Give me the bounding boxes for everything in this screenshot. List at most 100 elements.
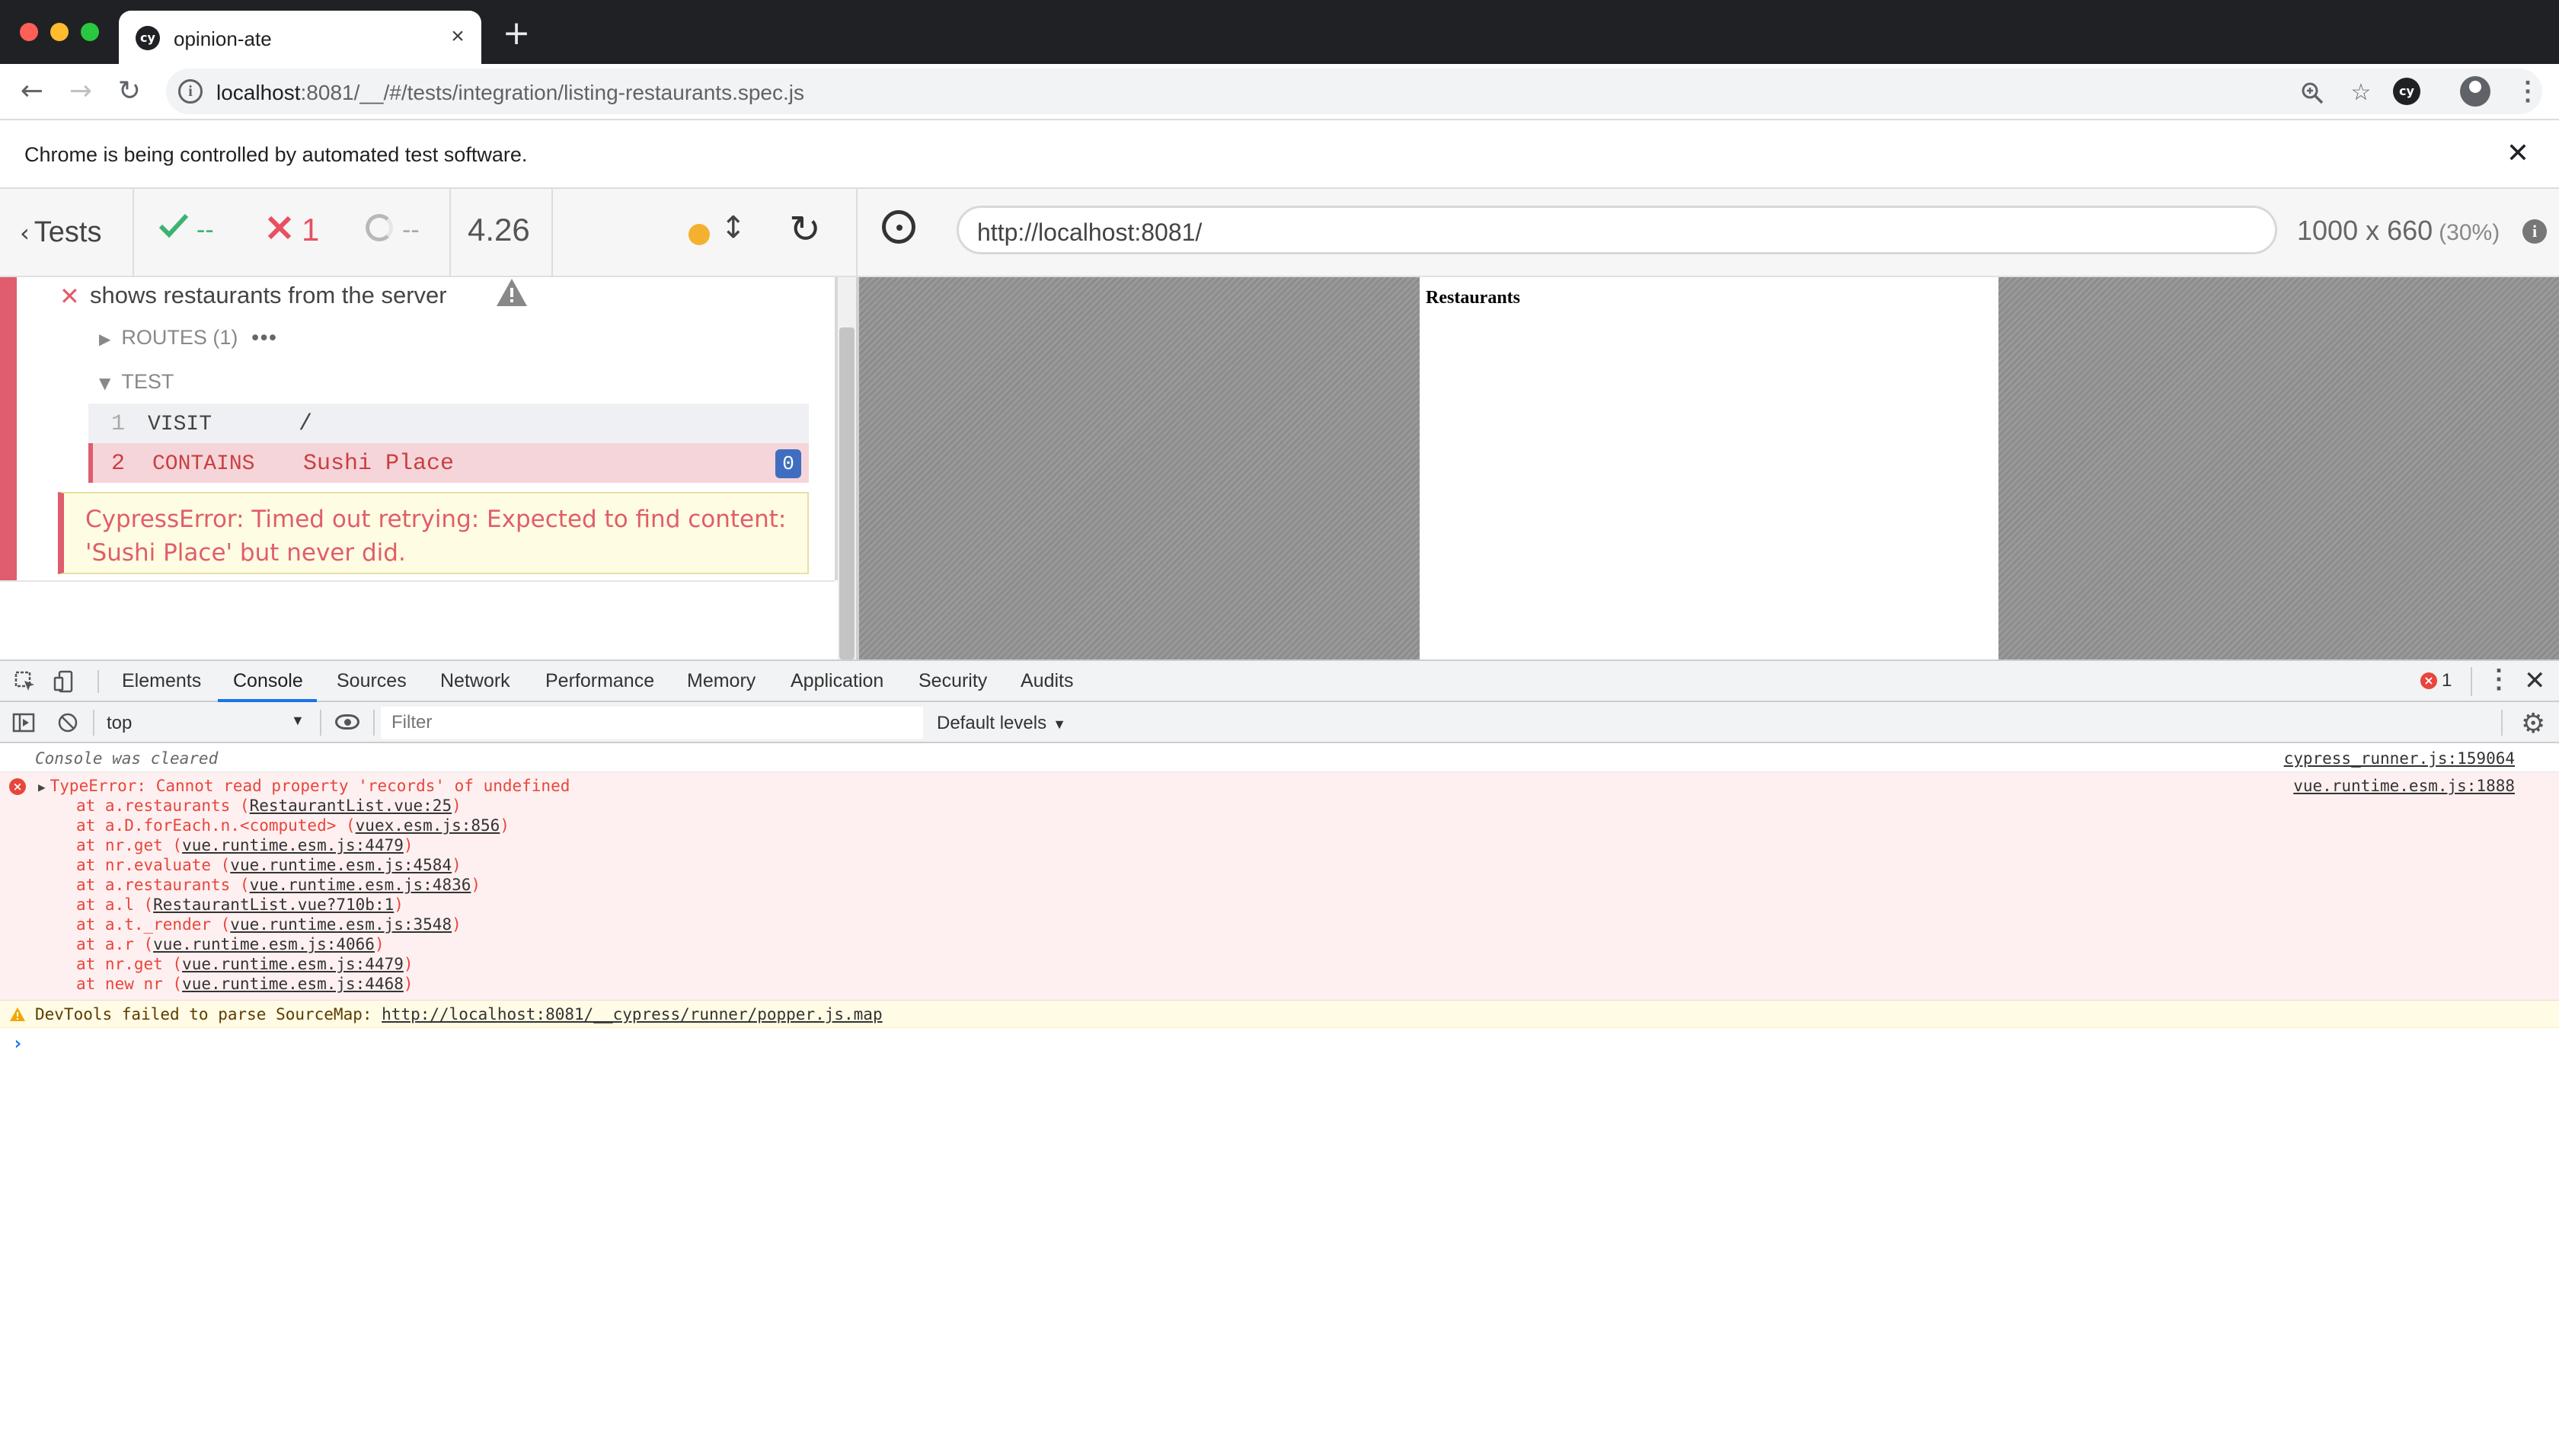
warning-message: DevTools failed to parse SourceMap: bbox=[35, 1005, 382, 1023]
back-icon[interactable]: ← bbox=[15, 75, 49, 108]
gear-icon[interactable]: ⚙ bbox=[2521, 708, 2545, 739]
tab-performance[interactable]: Performance bbox=[545, 670, 654, 692]
running-indicator-icon bbox=[688, 224, 710, 245]
passed-count: -- bbox=[196, 216, 214, 244]
sidebar-toggle-icon[interactable] bbox=[12, 711, 35, 734]
profile-icon[interactable] bbox=[2460, 76, 2490, 107]
stack-frame-link[interactable]: vuex.esm.js:856 bbox=[356, 816, 500, 835]
device-toolbar-icon[interactable] bbox=[53, 670, 76, 693]
stack-frame-link[interactable]: vue.runtime.esm.js:4468 bbox=[182, 975, 404, 993]
stack-frame-link[interactable]: vue.runtime.esm.js:4836 bbox=[250, 876, 471, 894]
inspect-element-icon[interactable] bbox=[14, 670, 37, 693]
stack-frame-end: ) bbox=[403, 836, 414, 854]
warning-link[interactable]: http://localhost:8081/__cypress/runner/p… bbox=[382, 1005, 882, 1023]
chevron-left-icon: ‹ bbox=[20, 219, 30, 247]
reporter-scrollbar[interactable] bbox=[838, 277, 856, 659]
stack-frame-link[interactable]: vue.runtime.esm.js:4479 bbox=[182, 955, 404, 973]
aut-url-bar[interactable]: http://localhost:8081/ bbox=[957, 206, 2277, 254]
stack-frame-link[interactable]: vue.runtime.esm.js:4584 bbox=[230, 856, 452, 874]
routes-section[interactable]: ▶ ROUTES (1) ••• bbox=[99, 326, 278, 350]
new-tab-button[interactable]: + bbox=[500, 17, 533, 52]
scrollbar-thumb[interactable] bbox=[839, 327, 855, 659]
star-icon[interactable]: ☆ bbox=[2346, 78, 2376, 108]
stack-frame-link[interactable]: RestaurantList.vue:25 bbox=[250, 797, 452, 815]
test-section[interactable]: ▼ TEST bbox=[99, 370, 174, 394]
divider bbox=[2501, 710, 2503, 736]
divider bbox=[2471, 667, 2472, 696]
autoscroll-toggle-icon[interactable]: ↕ bbox=[720, 210, 746, 245]
selector-playground-icon[interactable] bbox=[882, 210, 915, 244]
viewport-info-icon[interactable]: i bbox=[2522, 219, 2547, 244]
stack-frame-fn: at nr.get ( bbox=[76, 836, 183, 854]
tab-network[interactable]: Network bbox=[440, 670, 510, 692]
check-icon bbox=[158, 213, 189, 238]
minimize-window-button[interactable] bbox=[50, 23, 69, 41]
source-link[interactable]: vue.runtime.esm.js:1888 bbox=[2293, 777, 2515, 795]
dropdown-arrow-icon: ▼ bbox=[1053, 717, 1066, 732]
tab-application[interactable]: Application bbox=[791, 670, 883, 692]
rerun-icon[interactable]: ↻ bbox=[789, 207, 821, 251]
menu-icon[interactable]: ⋮ bbox=[2515, 73, 2541, 110]
context-select[interactable]: top bbox=[107, 713, 132, 734]
failed-stat: 1 bbox=[267, 212, 319, 248]
tab-sources[interactable]: Sources bbox=[337, 670, 407, 692]
divider bbox=[449, 189, 451, 276]
tab-elements[interactable]: Elements bbox=[122, 670, 201, 692]
forward-icon[interactable]: → bbox=[64, 75, 97, 108]
tab-console[interactable]: Console bbox=[233, 670, 303, 692]
browser-tab[interactable]: cy opinion-ate × bbox=[119, 11, 481, 64]
stack-frame-fn: at a.D.forEach.n.<computed> ( bbox=[76, 816, 356, 835]
info-icon[interactable]: i bbox=[178, 79, 203, 104]
eye-icon[interactable] bbox=[335, 714, 359, 730]
app-iframe[interactable]: Restaurants bbox=[1420, 277, 1998, 659]
error-icon: × bbox=[2420, 672, 2437, 689]
source-link[interactable]: cypress_runner.js:159064 bbox=[2284, 749, 2515, 768]
tab-strip: cy opinion-ate × + bbox=[0, 0, 2559, 64]
test-title[interactable]: shows restaurants from the server bbox=[90, 282, 447, 309]
divider bbox=[133, 189, 134, 276]
close-window-button[interactable] bbox=[20, 23, 38, 41]
zoom-icon[interactable] bbox=[2297, 78, 2327, 108]
stack-frame: at a.restaurants (vue.runtime.esm.js:483… bbox=[76, 876, 481, 894]
console-cleared-text: Console was cleared bbox=[35, 749, 219, 768]
stack-frame-end: ) bbox=[403, 975, 414, 993]
error-count: 1 bbox=[2442, 670, 2452, 691]
stack-frame-link[interactable]: vue.runtime.esm.js:4479 bbox=[182, 836, 404, 854]
filter-input[interactable] bbox=[381, 707, 923, 739]
stack-frame-end: ) bbox=[394, 896, 404, 914]
expand-triangle-icon[interactable]: ▶ bbox=[38, 780, 46, 794]
tests-back-button[interactable]: ‹ Tests bbox=[20, 216, 102, 249]
address-url[interactable]: localhost:8081/__/#/tests/integration/li… bbox=[216, 81, 804, 105]
warning-icon bbox=[497, 279, 527, 306]
stack-frame-link[interactable]: vue.runtime.esm.js:3548 bbox=[230, 915, 452, 934]
infobar-close-icon[interactable]: ✕ bbox=[2500, 136, 2536, 172]
command-row-failed[interactable]: 2 CONTAINS Sushi Place 0 bbox=[88, 443, 809, 483]
stack-frame-link[interactable]: vue.runtime.esm.js:4066 bbox=[153, 935, 375, 953]
log-levels-dropdown[interactable]: Default levels ▼ bbox=[937, 713, 1066, 734]
pending-stat: -- bbox=[366, 212, 420, 246]
error-headline-text: TypeError: Cannot read property 'records… bbox=[50, 777, 570, 795]
cypress-extension-icon[interactable]: cy bbox=[2393, 78, 2420, 105]
clear-console-icon[interactable] bbox=[56, 711, 79, 734]
command-row[interactable]: 1 VISIT / bbox=[88, 404, 809, 443]
stack-frame-end: ) bbox=[452, 797, 462, 815]
dropdown-arrow-icon[interactable]: ▼ bbox=[291, 713, 305, 729]
address-bar[interactable]: i localhost:8081/__/#/tests/integration/… bbox=[166, 69, 2542, 114]
tab-close-icon[interactable]: × bbox=[445, 24, 471, 50]
test-section-label: TEST bbox=[121, 370, 174, 393]
error-message-box[interactable]: CypressError: Timed out retrying: Expect… bbox=[58, 492, 809, 574]
tab-memory[interactable]: Memory bbox=[687, 670, 756, 692]
error-counter[interactable]: × 1 bbox=[2420, 670, 2452, 691]
stack-frame: at a.t._render (vue.runtime.esm.js:3548) bbox=[76, 915, 462, 934]
stack-frame-link[interactable]: RestaurantList.vue?710b:1 bbox=[153, 896, 394, 914]
reload-icon[interactable]: ↻ bbox=[113, 75, 146, 108]
more-icon[interactable]: ••• bbox=[251, 326, 277, 349]
tab-audits[interactable]: Audits bbox=[1021, 670, 1073, 692]
devtools-menu-icon[interactable]: ⋮ bbox=[2486, 664, 2512, 694]
devtools-close-icon[interactable]: ✕ bbox=[2524, 666, 2546, 696]
tab-security[interactable]: Security bbox=[918, 670, 987, 692]
maximize-window-button[interactable] bbox=[81, 23, 99, 41]
error-headline[interactable]: ▶ TypeError: Cannot read property 'record… bbox=[38, 777, 570, 795]
console-filterbar: top ▼ Default levels ▼ ⚙ bbox=[0, 702, 2559, 743]
console-prompt[interactable]: › bbox=[0, 1028, 2559, 1058]
